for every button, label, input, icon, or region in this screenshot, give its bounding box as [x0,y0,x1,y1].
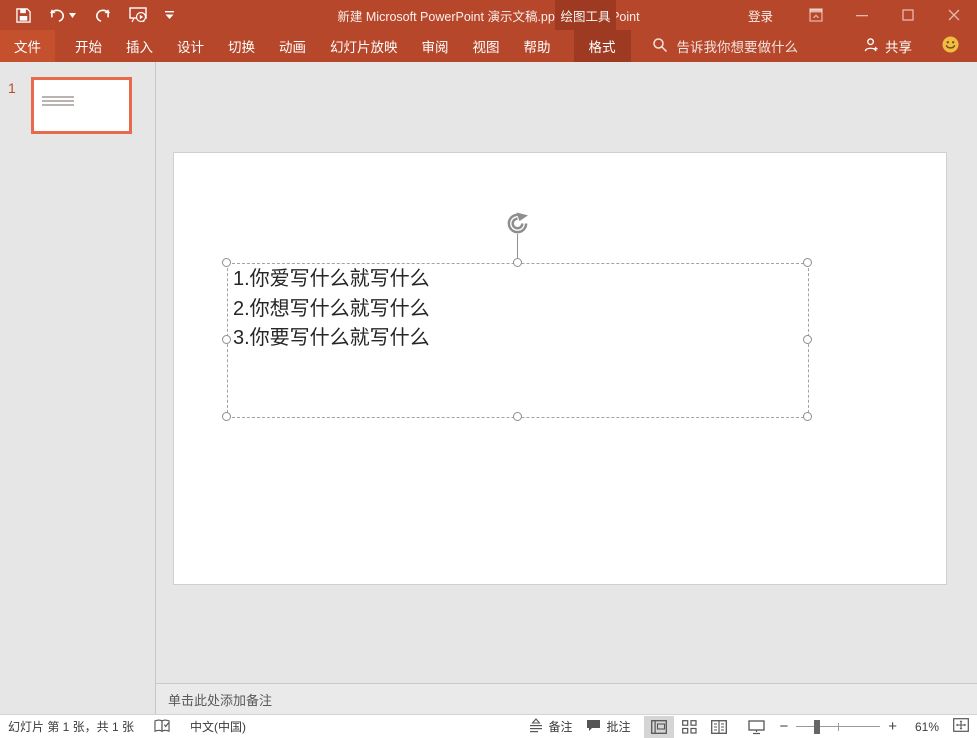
maximize-button[interactable] [885,0,931,30]
spell-check-icon[interactable] [154,719,170,734]
fit-slide-to-window-button[interactable] [953,718,969,735]
tab-view[interactable]: 视图 [461,30,512,62]
tab-insert[interactable]: 插入 [114,30,165,62]
resize-handle-top-left[interactable] [222,258,231,267]
tab-transitions[interactable]: 切换 [216,30,267,62]
zoom-slider-thumb[interactable] [814,720,820,734]
feedback-smiley-icon[interactable] [942,36,959,56]
comments-icon [586,719,601,735]
tell-me-search[interactable]: 告诉我你想要做什么 [653,30,799,62]
drawing-tools-context-label: 绘图工具 [555,0,616,30]
text-line-2: 2.你想写什么就写什么 [233,295,430,325]
normal-view-button[interactable] [644,716,674,738]
text-line-3: 3.你要写什么就写什么 [233,324,430,354]
view-switcher [644,716,734,738]
close-button[interactable] [931,0,977,30]
zoom-slider[interactable] [796,716,880,738]
language-indicator[interactable]: 中文(中国) [190,718,246,735]
ribbon-display-options-icon[interactable] [793,0,839,30]
resize-handle-bottom-right[interactable] [803,412,812,421]
start-slideshow-icon[interactable] [129,7,147,23]
notes-icon [529,719,543,735]
ribbon-tab-strip: 文件 开始 插入 设计 切换 动画 幻灯片放映 审阅 视图 帮助 格式 告诉我你… [0,30,977,62]
resize-handle-bottom-middle[interactable] [513,412,522,421]
zoom-out-button[interactable]: − [779,718,788,735]
share-label: 共享 [885,36,912,56]
zoom-percentage[interactable]: 61% [911,720,939,734]
notes-placeholder: 单击此处添加备注 [168,690,272,709]
rotation-handle-icon[interactable] [506,212,529,240]
title-bar: 新建 Microsoft PowerPoint 演示文稿.pptx - Powe… [0,0,977,30]
textbox-content[interactable]: 1.你爱写什么就写什么 2.你想写什么就写什么 3.你要写什么就写什么 [233,265,430,354]
tab-review[interactable]: 审阅 [410,30,461,62]
notes-pane[interactable]: 单击此处添加备注 [156,684,977,714]
undo-dropdown-arrow [69,13,76,18]
thumbnail-text-preview [34,80,74,106]
share-button[interactable]: 共享 [864,36,912,56]
minimize-button[interactable] [839,0,885,30]
ribbon-right-group: 共享 [864,30,977,62]
slide-number: 1 [8,80,16,96]
text-line-1: 1.你爱写什么就写什么 [233,265,430,295]
tab-design[interactable]: 设计 [165,30,216,62]
pane-divider[interactable] [155,62,156,714]
zoom-in-button[interactable]: + [888,718,897,735]
powerpoint-window: 新建 Microsoft PowerPoint 演示文稿.pptx - Powe… [0,0,977,738]
search-placeholder: 告诉我你想要做什么 [677,36,799,56]
workspace: 1 1.你爱写什么就写什么 2.你想写什么就写什么 3.你要写什么就写什么 [0,62,977,714]
slideshow-view-button[interactable] [748,720,765,734]
undo-icon[interactable] [49,8,76,23]
resize-handle-top-middle[interactable] [513,258,522,267]
comments-toggle[interactable]: 批注 [586,718,630,735]
window-controls [793,0,977,30]
resize-handle-middle-right[interactable] [803,335,812,344]
tab-slideshow[interactable]: 幻灯片放映 [318,30,410,62]
quick-access-toolbar [0,7,174,23]
resize-handle-bottom-left[interactable] [222,412,231,421]
zoom-control: − + [779,716,897,738]
save-icon[interactable] [16,8,31,23]
reading-view-button[interactable] [704,716,734,738]
redo-icon[interactable] [94,8,111,23]
slide-sorter-view-button[interactable] [674,716,704,738]
comments-toggle-label: 批注 [606,718,630,735]
resize-handle-top-right[interactable] [803,258,812,267]
notes-toggle-label: 备注 [548,718,572,735]
slide-thumbnail-1[interactable] [31,77,132,134]
tab-animations[interactable]: 动画 [267,30,318,62]
customize-qat-icon[interactable] [165,11,174,20]
resize-handle-middle-left[interactable] [222,335,231,344]
tab-home[interactable]: 开始 [63,30,114,62]
tab-format[interactable]: 格式 [574,30,631,62]
status-bar: 幻灯片 第 1 张，共 1 张 中文(中国) 备注 批注 [0,714,977,738]
slide-indicator: 幻灯片 第 1 张，共 1 张 [8,718,134,735]
search-icon [653,38,667,55]
share-person-icon [864,38,879,55]
tab-file[interactable]: 文件 [0,30,55,62]
zoom-slider-center-tick [838,723,839,731]
sign-in-button[interactable]: 登录 [748,0,773,30]
notes-toggle[interactable]: 备注 [529,718,572,735]
tab-help[interactable]: 帮助 [512,30,563,62]
